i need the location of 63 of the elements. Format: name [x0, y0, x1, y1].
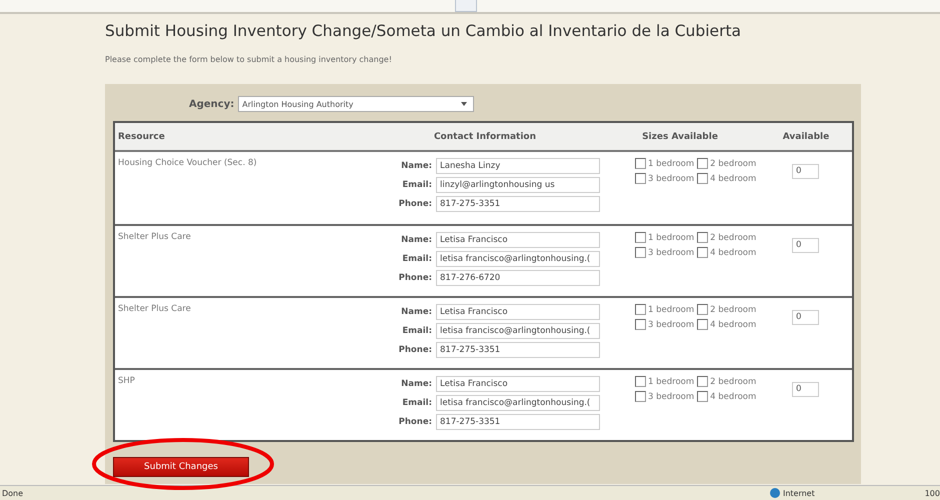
- column-header: Resource: [117, 132, 165, 142]
- field-label: Email:: [402, 254, 432, 264]
- available-count-field[interactable]: 0: [792, 382, 819, 396]
- bedroom-checkbox[interactable]: 1 bedroom: [635, 232, 694, 243]
- input-field[interactable]: 817-276-6720: [436, 270, 600, 286]
- field-label: Phone:: [398, 345, 432, 355]
- bedroom-checkbox[interactable]: 3 bedroom: [635, 247, 694, 258]
- resource-name: SHP: [117, 376, 136, 386]
- input-field[interactable]: 817-275-3351: [436, 196, 600, 212]
- bedroom-checkbox[interactable]: 1 bedroom: [635, 376, 694, 387]
- input-field[interactable]: letisa francisco@arlingtonhousing.(: [436, 323, 600, 339]
- globe-icon: [770, 488, 780, 498]
- status-text: Done: [2, 488, 24, 498]
- field-label: Name:: [401, 161, 432, 171]
- field-label: Name:: [401, 307, 432, 317]
- available-count-field[interactable]: 0: [792, 310, 819, 324]
- field-label: Name:: [401, 235, 432, 245]
- page-title: Submit Housing Inventory Change/Someta un Cambio al Inventario de la Cubierta: [105, 22, 742, 40]
- agency-label: Agency:: [189, 98, 234, 110]
- zone-text: Internet: [782, 488, 815, 498]
- submit-button[interactable]: Submit Changes: [113, 457, 249, 477]
- input-field[interactable]: letisa francisco@arlingtonhousing.(: [436, 251, 600, 267]
- resource-name: Housing Choice Voucher (Sec. 8): [117, 158, 258, 168]
- resource-name: Shelter Plus Care: [117, 304, 192, 314]
- input-field[interactable]: linzyl@arlingtonhousing us: [436, 177, 600, 193]
- bedroom-checkbox[interactable]: 2 bedroom: [697, 376, 756, 387]
- column-header: Sizes Available: [642, 132, 718, 142]
- field-label: Phone:: [398, 417, 432, 427]
- column-header: Contact Information: [434, 132, 536, 142]
- bedroom-checkbox[interactable]: 4 bedroom: [697, 319, 756, 330]
- input-field[interactable]: 817-275-3351: [436, 414, 600, 430]
- bedroom-checkbox[interactable]: 2 bedroom: [697, 304, 756, 315]
- field-label: Phone:: [398, 273, 432, 283]
- field-label: Email:: [402, 326, 432, 336]
- bedroom-checkbox[interactable]: 4 bedroom: [697, 247, 756, 258]
- bedroom-checkbox[interactable]: 3 bedroom: [635, 173, 694, 184]
- bedroom-checkbox[interactable]: 4 bedroom: [697, 391, 756, 402]
- field-label: Phone:: [398, 199, 432, 209]
- input-field[interactable]: Letisa Francisco: [436, 376, 600, 392]
- input-field[interactable]: 817-275-3351: [436, 342, 600, 358]
- bedroom-checkbox[interactable]: 3 bedroom: [635, 319, 694, 330]
- field-label: Name:: [401, 379, 432, 389]
- input-field[interactable]: Letisa Francisco: [436, 304, 600, 320]
- caret-icon: [461, 102, 468, 106]
- resource-name: Shelter Plus Care: [117, 232, 192, 242]
- input-field[interactable]: letisa francisco@arlingtonhousing.(: [436, 395, 600, 411]
- field-label: Email:: [402, 398, 432, 408]
- agency-dropdown[interactable]: Arlington Housing Authority: [238, 96, 474, 112]
- input-field[interactable]: Lanesha Linzy: [436, 158, 600, 174]
- input-field[interactable]: Letisa Francisco: [436, 232, 600, 248]
- bedroom-checkbox[interactable]: 4 bedroom: [697, 173, 756, 184]
- bedroom-checkbox[interactable]: 2 bedroom: [697, 158, 756, 169]
- browser-tab[interactable]: [455, 0, 477, 12]
- zoom-level[interactable]: 100: [924, 488, 940, 498]
- bedroom-checkbox[interactable]: 2 bedroom: [697, 232, 756, 243]
- column-header: Available: [782, 132, 830, 142]
- bedroom-checkbox[interactable]: 1 bedroom: [635, 158, 694, 169]
- instructions-text: Please complete the form below to submit a housing inventory change!: [105, 55, 393, 64]
- bedroom-checkbox[interactable]: 1 bedroom: [635, 304, 694, 315]
- available-count-field[interactable]: 0: [792, 164, 819, 178]
- bedroom-checkbox[interactable]: 3 bedroom: [635, 391, 694, 402]
- available-count-field[interactable]: 0: [792, 238, 819, 252]
- field-label: Email:: [402, 180, 432, 190]
